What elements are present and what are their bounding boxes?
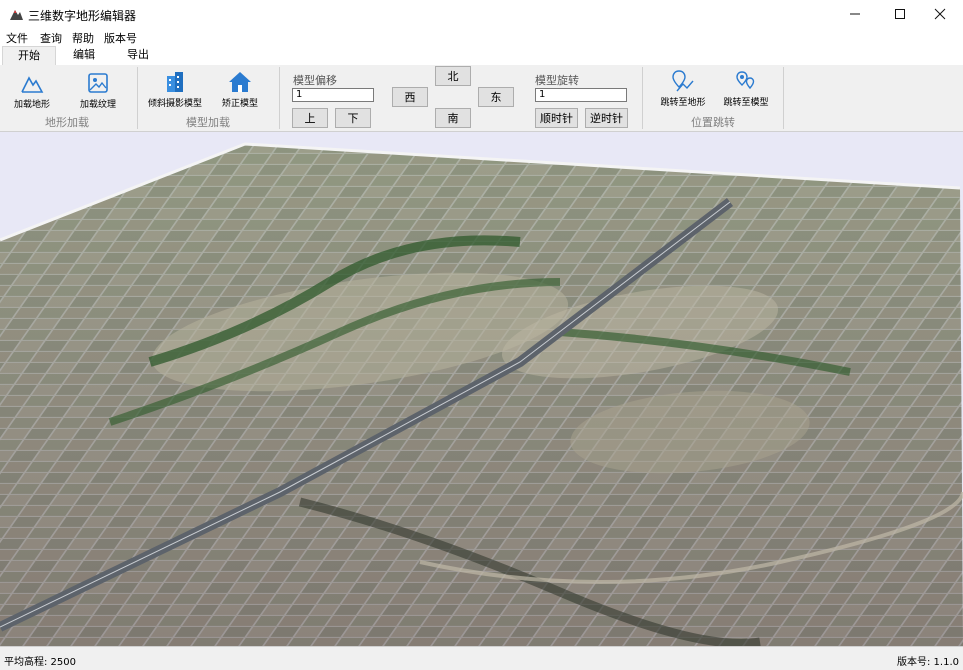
separator bbox=[783, 67, 784, 129]
south-button[interactable]: 南 bbox=[435, 108, 471, 128]
maximize-icon bbox=[895, 9, 905, 19]
avg-elevation-text: 平均高程: 2500 bbox=[4, 657, 76, 668]
separator bbox=[642, 67, 643, 129]
tab-export[interactable]: 导出 bbox=[114, 46, 162, 65]
jump-to-terrain-button[interactable]: 跳转至地形 bbox=[655, 69, 711, 108]
offset-caption: 模型偏移 bbox=[293, 74, 337, 87]
terrain-render[interactable] bbox=[0, 132, 963, 646]
counterclockwise-button[interactable]: 逆时针 bbox=[585, 108, 628, 128]
menu-file[interactable]: 文件 bbox=[6, 30, 28, 46]
down-button[interactable]: 下 bbox=[335, 108, 371, 128]
load-texture-label: 加载纹理 bbox=[79, 100, 116, 110]
up-button[interactable]: 上 bbox=[292, 108, 328, 128]
regular-model-label: 矫正模型 bbox=[221, 99, 258, 109]
window-title: 三维数字地形编辑器 bbox=[28, 9, 137, 23]
title-bar: 三维数字地形编辑器 bbox=[0, 0, 963, 28]
terrain-icon bbox=[21, 76, 44, 93]
house-icon bbox=[229, 72, 251, 92]
north-button[interactable]: 北 bbox=[435, 66, 471, 86]
image-icon bbox=[88, 73, 108, 93]
app-logo-icon bbox=[10, 10, 23, 20]
model-group-label: 模型加载 bbox=[186, 116, 230, 129]
separator bbox=[279, 67, 280, 129]
close-icon bbox=[934, 8, 946, 20]
offset-input[interactable] bbox=[292, 88, 374, 102]
oblique-model-label: 倾斜摄影模型 bbox=[147, 99, 202, 109]
ribbon-panel: 加载地形 加载纹理 地形加载 倾斜摄影模型 矫正模型 模型加载 模型偏移 上 下… bbox=[0, 65, 963, 132]
jump-to-model-button[interactable]: 跳转至模型 bbox=[718, 69, 774, 108]
east-button[interactable]: 东 bbox=[478, 87, 514, 107]
jump-to-model-label: 跳转至模型 bbox=[723, 98, 769, 108]
jump-group-label: 位置跳转 bbox=[691, 116, 735, 129]
buildings-icon bbox=[167, 72, 183, 92]
oblique-model-button[interactable]: 倾斜摄影模型 bbox=[145, 70, 205, 109]
ribbon-tabs: 开始 编辑 导出 bbox=[0, 46, 963, 67]
location-icon bbox=[736, 71, 755, 90]
west-button[interactable]: 西 bbox=[392, 87, 428, 107]
rotate-input[interactable] bbox=[535, 88, 627, 102]
terrain-group-label: 地形加载 bbox=[45, 116, 89, 129]
regular-model-button[interactable]: 矫正模型 bbox=[218, 70, 262, 109]
load-terrain-label: 加载地形 bbox=[13, 100, 50, 110]
menu-version[interactable]: 版本号 bbox=[104, 30, 137, 46]
version-text: 版本号: 1.1.0 bbox=[897, 657, 959, 668]
minimize-button[interactable] bbox=[832, 0, 878, 28]
tab-edit[interactable]: 编辑 bbox=[60, 46, 108, 65]
tab-start[interactable]: 开始 bbox=[2, 46, 56, 67]
menu-bar: 文件 查询 帮助 版本号 bbox=[0, 28, 963, 46]
menu-query[interactable]: 查询 bbox=[40, 30, 62, 46]
minimize-icon bbox=[850, 13, 860, 15]
map-pin-icon bbox=[672, 70, 694, 92]
menu-help[interactable]: 帮助 bbox=[72, 30, 94, 46]
jump-to-terrain-label: 跳转至地形 bbox=[660, 98, 706, 108]
close-button[interactable] bbox=[917, 0, 963, 28]
separator bbox=[137, 67, 138, 129]
load-texture-button[interactable]: 加载纹理 bbox=[76, 71, 120, 110]
status-bar: 平均高程: 2500 版本号: 1.1.0 bbox=[0, 646, 963, 670]
load-terrain-button[interactable]: 加载地形 bbox=[10, 71, 54, 110]
rotate-caption: 模型旋转 bbox=[535, 74, 579, 87]
clockwise-button[interactable]: 顺时针 bbox=[535, 108, 578, 128]
3d-viewport[interactable] bbox=[0, 132, 963, 646]
